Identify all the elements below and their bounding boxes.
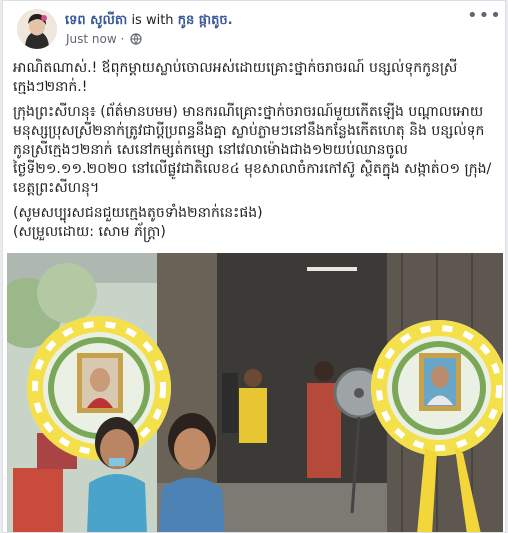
post-meta: Just now · xyxy=(66,32,142,48)
meta-separator: · xyxy=(120,32,125,46)
author-name[interactable]: ទេព សូលីតា xyxy=(65,13,127,28)
author-avatar[interactable] xyxy=(17,9,57,49)
post-paragraph: (សម្រួលដោយ: សោម ភ័ក្រ្តា) xyxy=(13,224,166,240)
with-text: is with xyxy=(131,13,174,28)
post-photo[interactable] xyxy=(7,253,503,532)
globe-icon[interactable] xyxy=(130,33,142,48)
post-text: អាណិតណាស់.! ឪពុកម្ដាយស្លាប់ចោលអស់ដោយគ្រោ… xyxy=(13,59,499,248)
post-timestamp[interactable]: Just now xyxy=(66,32,117,46)
feed-post: ទេព សូលីតា is with កូន ផ្កាតូច. Just now… xyxy=(2,0,506,533)
post-header: ទេព សូលីតា is with កូន ផ្កាតូច. xyxy=(65,12,233,31)
more-options-icon[interactable]: ••• xyxy=(467,6,501,30)
post-headline: អាណិតណាស់.! ឪពុកម្ដាយស្លាប់ចោលអស់ដោយគ្រោ… xyxy=(13,60,458,95)
post-paragraph: ក្រុងព្រះសីហនុ៖ (ព័ត៌មានបមម) មានករណីគ្រោ… xyxy=(13,104,492,196)
tagged-name[interactable]: កូន ផ្កាតូច. xyxy=(178,13,233,28)
post-paragraph: (សូមសប្បុរសជនជួយក្មេងតូចទាំង២នាក់នេះផង) xyxy=(13,205,263,221)
